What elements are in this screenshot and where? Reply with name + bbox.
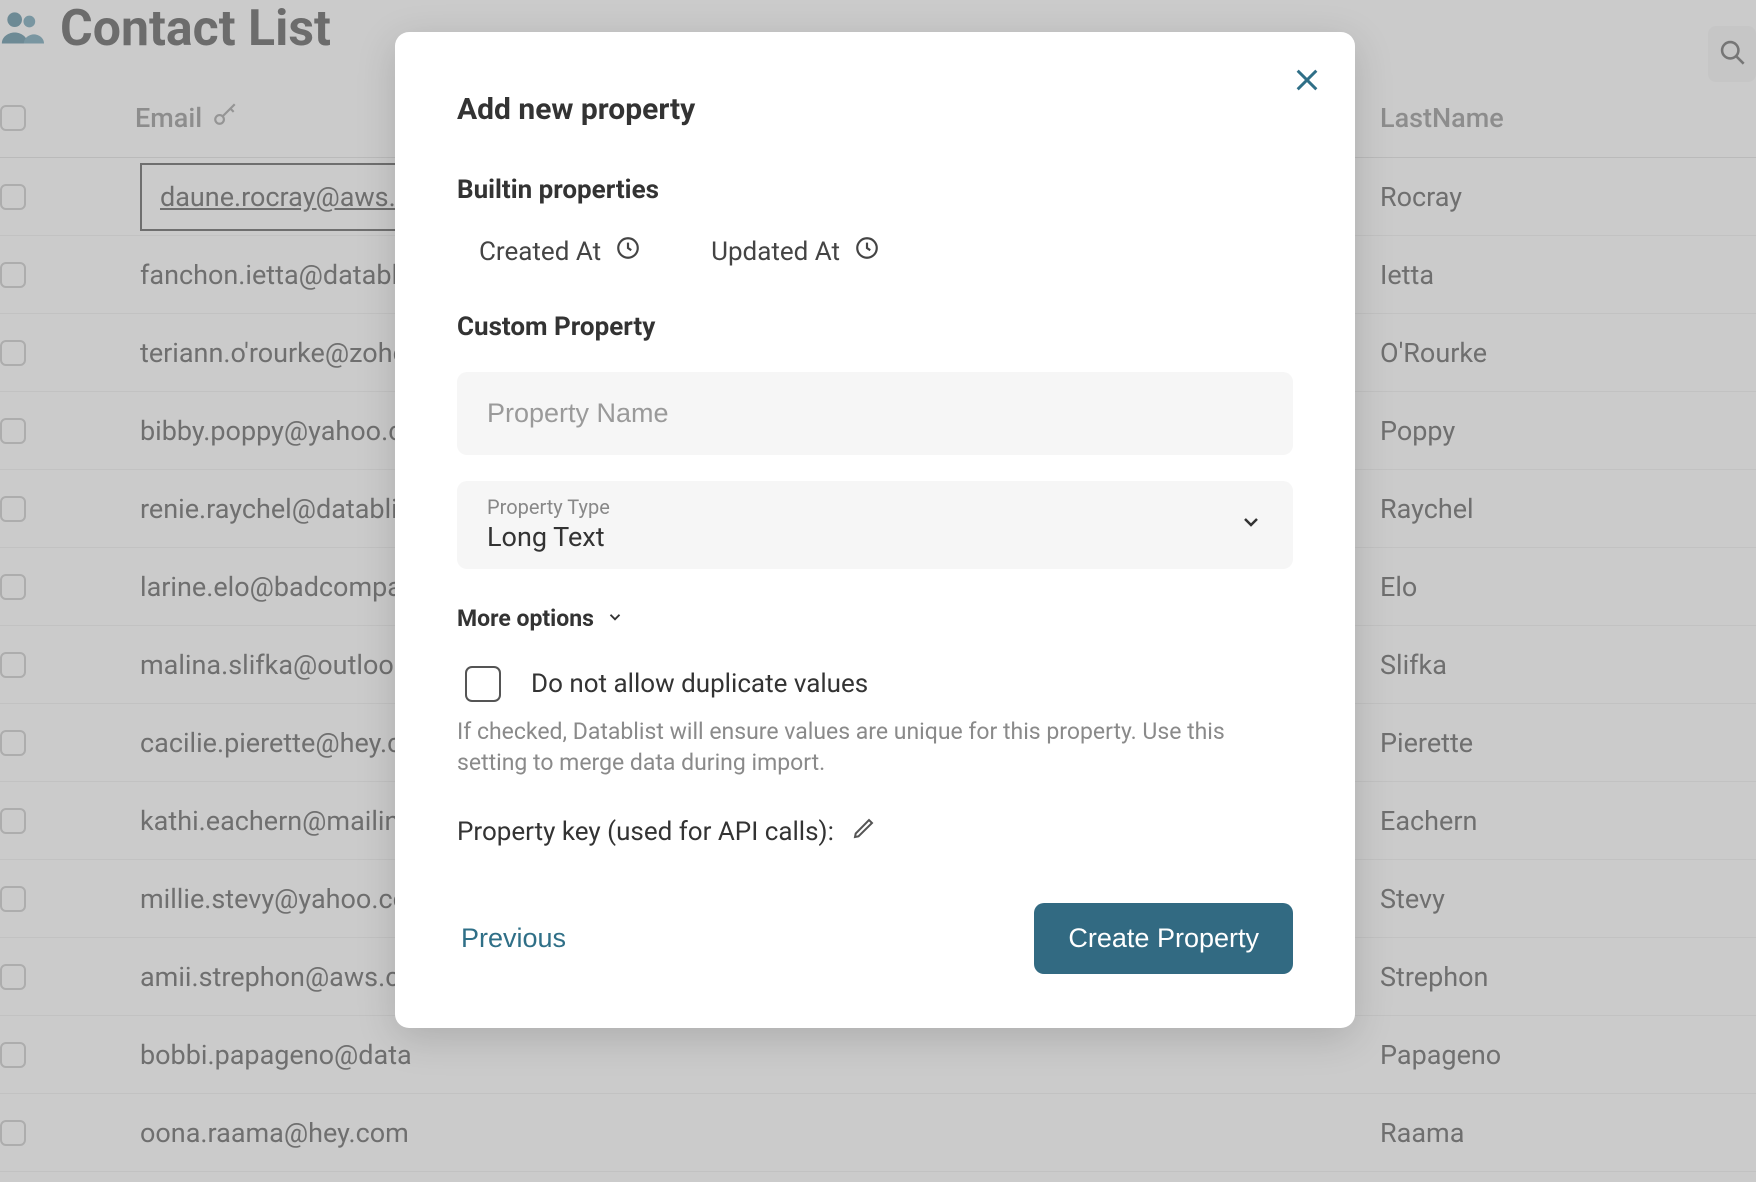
property-key-label: Property key (used for API calls): bbox=[457, 817, 834, 847]
builtin-label: Updated At bbox=[711, 237, 840, 267]
property-type-select[interactable]: Property Type Long Text bbox=[457, 481, 1293, 569]
close-icon bbox=[1293, 79, 1321, 98]
custom-heading: Custom Property bbox=[457, 312, 1293, 342]
property-type-value: Long Text bbox=[487, 521, 610, 553]
pencil-icon bbox=[852, 817, 876, 847]
duplicate-label: Do not allow duplicate values bbox=[531, 669, 868, 699]
builtin-updated-at[interactable]: Updated At bbox=[711, 235, 880, 268]
create-property-button[interactable]: Create Property bbox=[1034, 903, 1293, 974]
property-name-field[interactable] bbox=[457, 372, 1293, 455]
more-options-label: More options bbox=[457, 605, 594, 632]
builtin-label: Created At bbox=[479, 237, 601, 267]
modal-footer: Previous Create Property bbox=[457, 903, 1293, 974]
clock-icon bbox=[615, 235, 641, 268]
duplicate-checkbox[interactable] bbox=[465, 666, 501, 702]
edit-key-button[interactable] bbox=[852, 816, 876, 847]
more-options-toggle[interactable]: More options bbox=[457, 605, 1293, 632]
clock-icon bbox=[854, 235, 880, 268]
add-property-modal: Add new property Builtin properties Crea… bbox=[395, 32, 1355, 1028]
builtin-created-at[interactable]: Created At bbox=[479, 235, 641, 268]
modal-title: Add new property bbox=[457, 92, 1293, 127]
property-type-label: Property Type bbox=[487, 495, 610, 519]
builtin-heading: Builtin properties bbox=[457, 175, 1293, 205]
chevron-down-icon bbox=[1239, 510, 1263, 538]
builtin-properties-row: Created At Updated At bbox=[457, 235, 1293, 268]
previous-button[interactable]: Previous bbox=[457, 913, 570, 964]
property-name-input[interactable] bbox=[487, 398, 1263, 429]
property-key-row: Property key (used for API calls): bbox=[457, 816, 1293, 847]
close-button[interactable] bbox=[1293, 66, 1321, 98]
duplicate-checkbox-row: Do not allow duplicate values bbox=[457, 666, 1293, 702]
chevron-down-icon bbox=[606, 605, 624, 632]
duplicate-help-text: If checked, Datablist will ensure values… bbox=[457, 716, 1293, 778]
